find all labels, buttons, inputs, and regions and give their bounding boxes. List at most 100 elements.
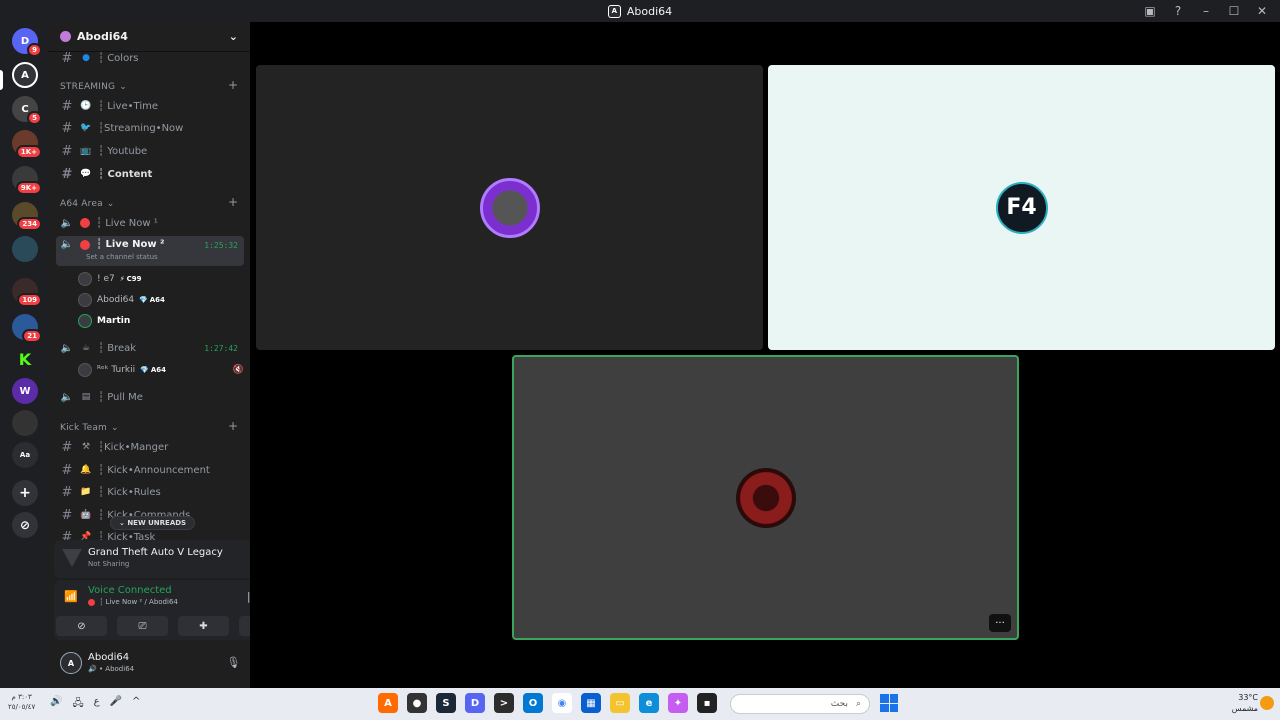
language-indicator[interactable]: ع [94,696,100,713]
camera-toggle-button[interactable]: ⊘ [56,616,107,636]
unread-badge: 1K+ [15,145,42,159]
user-subtext-label: Abodi64 [105,665,135,673]
network-icon[interactable]: 🖧 [72,696,83,713]
voice-channel-break[interactable]: 🔈 ☕ ┆ Break 1:27:42 [56,338,244,358]
store-icon[interactable]: ▦ [581,693,601,713]
category-kick-team[interactable]: Kick Team ⌄ [60,423,119,433]
server-icon[interactable]: 9K+ [12,166,42,195]
activities-button[interactable]: ✚ [178,616,229,636]
discover-button[interactable]: ⊘ [12,512,38,538]
call-duration: 1:27:42 [204,343,238,353]
chevron-down-icon: ⌄ [106,199,115,209]
add-channel-icon[interactable]: + [228,195,238,209]
server-icon-kick[interactable]: K [12,346,38,372]
channel-streaming-now[interactable]: # 🐦 ┆Streaming•Now [56,118,244,138]
voice-channel-info[interactable]: ┆ Live Now ² / Abodi64 [88,598,178,606]
channel-kick-rules[interactable]: # 📁 ┆ Kick•Rules [56,482,244,502]
maximize-button[interactable]: ☐ [1226,4,1242,18]
video-tile[interactable] [256,65,763,350]
discord-icon[interactable]: D [465,693,485,713]
voice-user[interactable]: ᴿᵉᵏ Turkii 💎 A64 🔇 [78,361,244,379]
add-channel-icon[interactable]: + [228,78,238,92]
taskbar: ٣:٠٣ م ٢٥/٠٥/٤٧ 🔊 🖧 ع 🎤 ^ A ● S D > O ◉ … [0,688,1280,720]
soundboard-button[interactable]: ♫ [239,616,250,636]
server-icon[interactable]: 21 [12,314,42,343]
app-icon[interactable]: A [378,693,398,713]
live-dot-icon [80,218,90,228]
channel-kick-announcement[interactable]: # 🔔 ┆ Kick•Announcement [56,460,244,480]
volume-icon[interactable]: 🔊 [50,696,62,713]
copilot-icon[interactable]: ✦ [668,693,688,713]
video-tile[interactable]: F4 [768,65,1275,350]
app-icon[interactable]: ● [407,693,427,713]
weather-temp: 33°C [1238,693,1258,702]
user-tag: ⚡ C99 [119,275,142,283]
channel-label: ┆ Content [98,168,153,180]
unread-badge: 21 [22,329,42,343]
sun-icon [1260,696,1274,710]
chevron-up-icon[interactable]: ^ [132,696,140,713]
file-explorer-icon[interactable]: ▭ [610,693,630,713]
server-icon-custom[interactable]: C5 [12,96,42,125]
server-icon[interactable]: 1K+ [12,130,42,159]
app-icon[interactable]: ▪ [697,693,717,713]
channel-colors[interactable]: # ● ┆ Colors [56,48,244,68]
noise-suppression-icon[interactable]: ||| [247,590,250,603]
add-server-button[interactable]: + [12,480,38,506]
add-channel-icon[interactable]: + [228,419,238,433]
microphone-icon[interactable]: 🎙 [226,656,240,669]
screen-share-button[interactable]: ⎚ [117,616,168,636]
server-icon[interactable]: 109 [12,278,42,307]
inbox-icon[interactable]: ▣ [1142,4,1158,18]
voice-user[interactable]: Abodi64 💎 A64 [78,291,165,309]
category-label: STREAMING [60,82,116,92]
start-button[interactable] [880,694,898,712]
outlook-icon[interactable]: O [523,693,543,713]
steam-icon[interactable]: S [436,693,456,713]
minimize-button[interactable]: – [1198,4,1214,18]
channel-live-time[interactable]: # 🕒 ┆ Live•Time [56,96,244,116]
live-dot-icon [80,240,90,250]
voice-channel-live-now-1[interactable]: 🔈 ┆ Live Now ¹ [56,213,244,233]
channel-label: ┆ Live•Time [98,100,158,112]
username[interactable]: Abodi64 [88,652,129,663]
user-avatar[interactable]: A [60,652,82,674]
voice-channel-live-now-2[interactable]: 🔈 ┆ Live Now ² 1:25:32 Set a channel stat… [56,236,244,266]
server-icon[interactable]: 234 [12,202,42,231]
server-icon[interactable]: W [12,378,38,404]
video-tile-speaking[interactable]: ··· [512,355,1019,640]
channel-kick-manger[interactable]: # ⚒ ┆Kick•Manger [56,437,244,457]
category-streaming[interactable]: STREAMING ⌄ [60,82,127,92]
circle-icon: ● [82,53,90,63]
app-logo-icon: A [607,4,621,18]
terminal-icon[interactable]: > [494,693,514,713]
chevron-down-icon[interactable]: ⌄ [229,30,238,43]
avatar [78,293,92,307]
weather-widget[interactable]: 33°C مشمس [1232,692,1258,714]
server-folder[interactable]: Aa [12,442,38,468]
chrome-icon[interactable]: ◉ [552,693,572,713]
voice-user[interactable]: ! e7 ⚡ C99 [78,270,142,288]
help-icon[interactable]: ? [1170,4,1186,18]
server-icon-abodi64[interactable]: A [12,62,38,88]
category-a64-area[interactable]: A64 Area ⌄ [60,199,115,209]
clock[interactable]: ٣:٠٣ م ٢٥/٠٥/٤٧ [8,692,35,712]
close-button[interactable]: ✕ [1254,4,1270,18]
new-unreads-pill[interactable]: ⌄ NEW UNREADS [110,516,196,530]
edge-icon[interactable]: e [639,693,659,713]
voice-channel-pull-me[interactable]: 🔈 ▤ ┆ Pull Me [56,387,244,407]
search-box[interactable]: بحث ⌕ [730,694,870,714]
channel-youtube[interactable]: # 📺 ┆ Youtube [56,141,244,161]
channel-label: ┆ Kick•Rules [98,486,161,498]
server-icon[interactable] [12,410,38,436]
voice-status[interactable]: Voice Connected [88,585,172,596]
channel-content[interactable]: # 💬 ┆ Content [56,164,244,184]
more-options-button[interactable]: ··· [989,614,1011,632]
server-icon[interactable] [12,236,38,262]
voice-user[interactable]: Martin [78,312,130,330]
channel-status-hint[interactable]: Set a channel status [86,253,158,261]
home-button[interactable]: D9 [12,28,42,57]
microphone-icon[interactable]: 🎤 [110,696,122,713]
unread-badge: 234 [17,217,42,231]
voice-connection-panel: 📶 Voice Connected ┆ Live Now ² / Abodi64… [54,580,250,640]
